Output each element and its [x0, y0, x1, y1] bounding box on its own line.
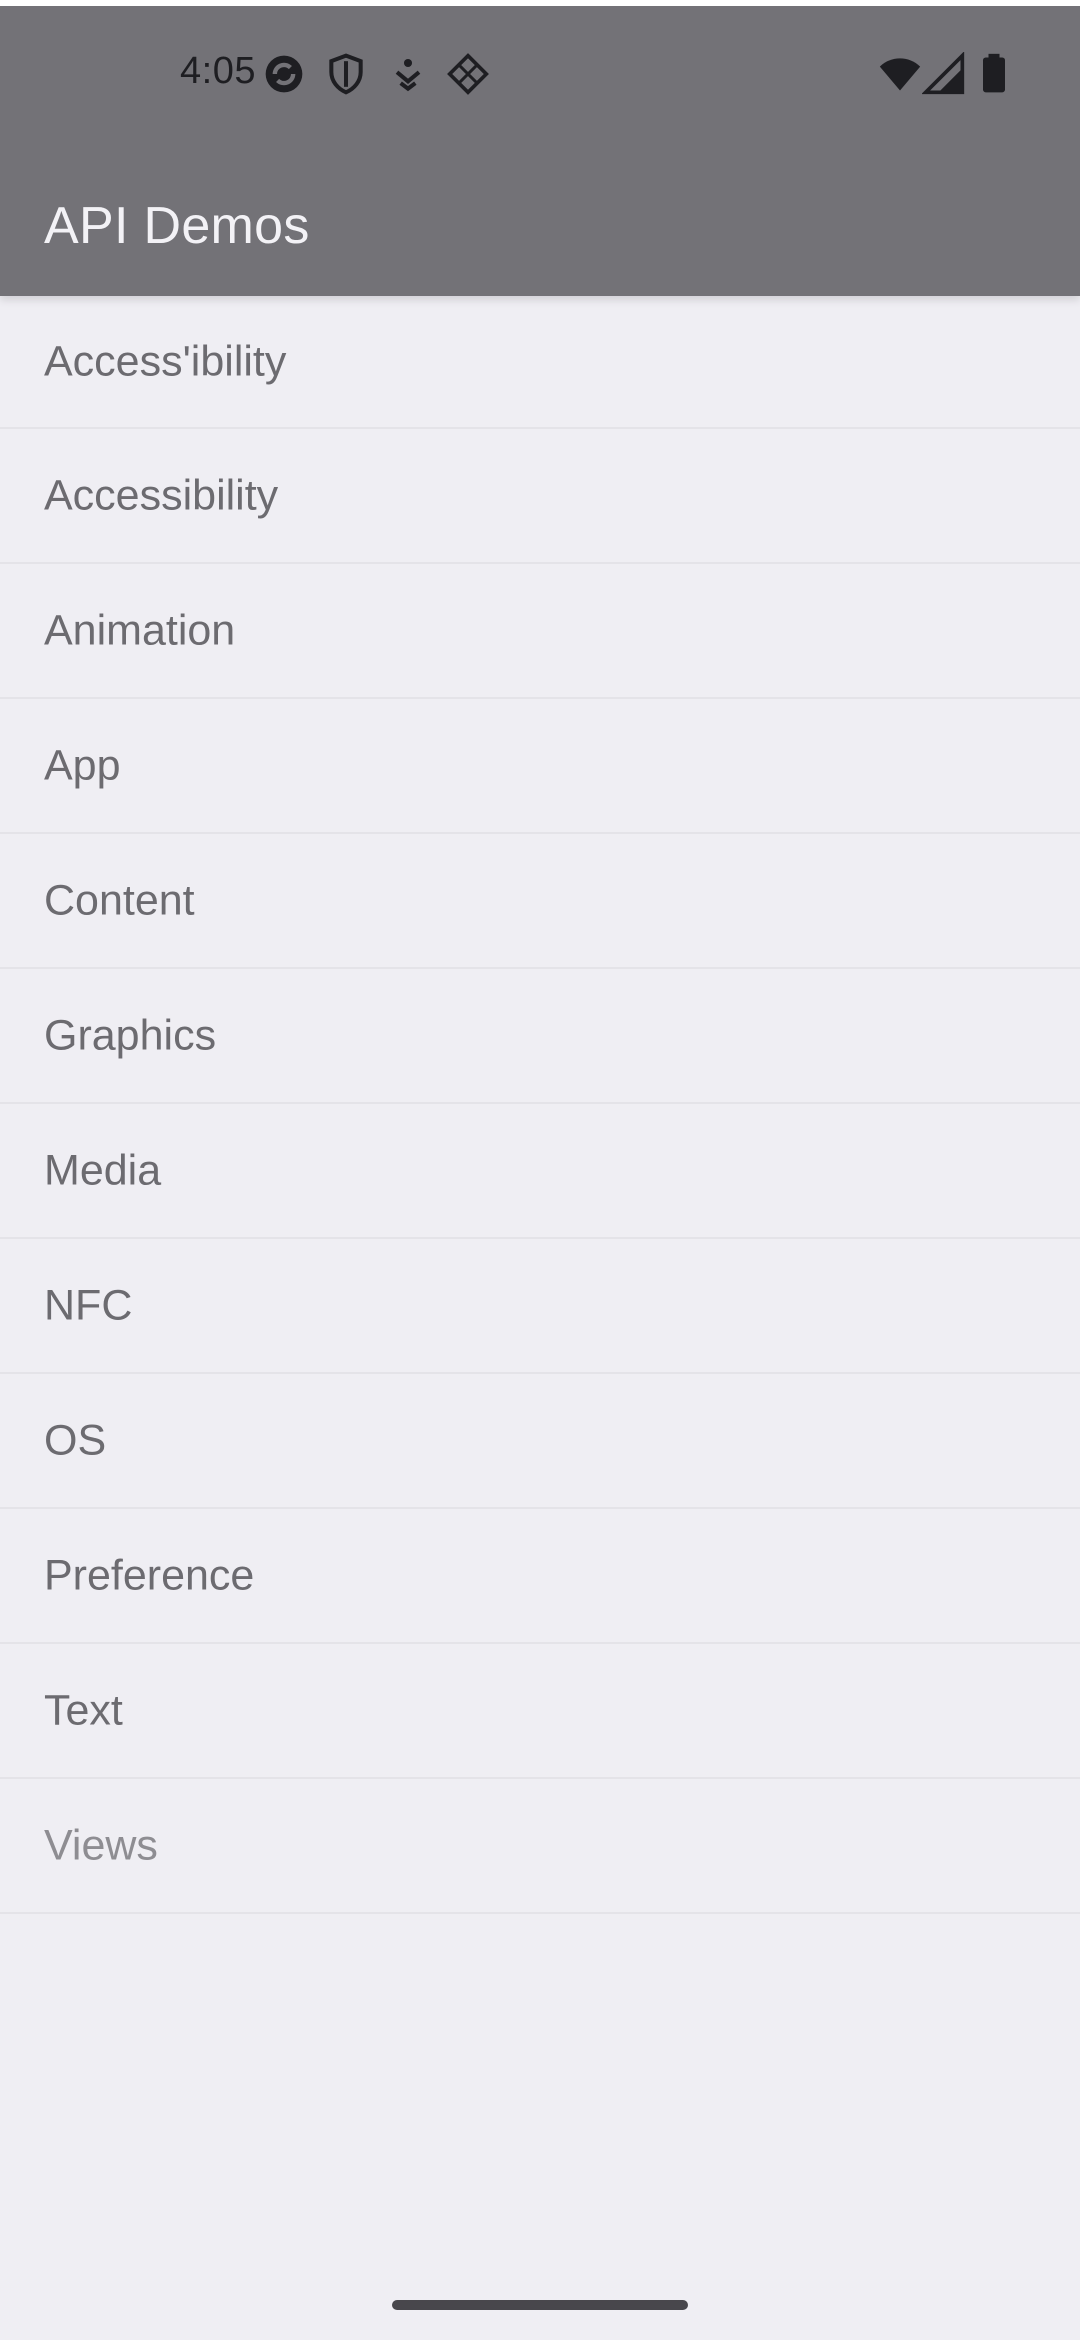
list-item-label: App: [44, 741, 121, 789]
demo-list: Access'ibility Accessibility Animation A…: [0, 296, 1080, 1914]
list-item-label: Media: [44, 1146, 162, 1194]
list-item-accessibility-variant[interactable]: Access'ibility: [0, 296, 1080, 429]
sync-icon: [265, 55, 303, 93]
list-item-nfc[interactable]: NFC: [0, 1239, 1080, 1374]
status-time: 4:05: [180, 50, 256, 92]
list-item-label: Animation: [44, 606, 236, 654]
list-item-label: NFC: [44, 1281, 133, 1329]
list-item-label: Content: [44, 876, 195, 924]
list-item-app[interactable]: App: [0, 699, 1080, 834]
list-item-accessibility[interactable]: Accessibility: [0, 429, 1080, 564]
list-item-label: Accessibility: [44, 471, 279, 519]
wifi-icon: [879, 58, 921, 91]
app-bar: 4:05 API Demos: [0, 0, 1080, 296]
list-item-content[interactable]: Content: [0, 834, 1080, 969]
list-item-views[interactable]: Views: [0, 1779, 1080, 1914]
list-item-graphics[interactable]: Graphics: [0, 969, 1080, 1104]
list-item-label: OS: [44, 1416, 107, 1464]
list-item-preference[interactable]: Preference: [0, 1509, 1080, 1644]
list-item-os[interactable]: OS: [0, 1374, 1080, 1509]
list-item-label: Preference: [44, 1551, 255, 1599]
home-indicator[interactable]: [392, 2300, 688, 2310]
accessibility-icon: [395, 58, 421, 92]
app-title: API Demos: [44, 197, 310, 255]
list-item-label: Text: [44, 1686, 123, 1734]
list-item-label: Graphics: [44, 1011, 217, 1059]
status-bar: 4:05: [0, 6, 1080, 146]
cell-signal-icon: [922, 52, 965, 95]
list-item-label: Views: [44, 1821, 158, 1869]
list-item-animation[interactable]: Animation: [0, 564, 1080, 699]
shield-icon: [329, 53, 363, 95]
grid-diamond-icon: [447, 53, 489, 95]
list-item-label: Access'ibility: [44, 337, 287, 385]
list-item-media[interactable]: Media: [0, 1104, 1080, 1239]
battery-icon: [983, 53, 1005, 93]
list-item-text[interactable]: Text: [0, 1644, 1080, 1779]
